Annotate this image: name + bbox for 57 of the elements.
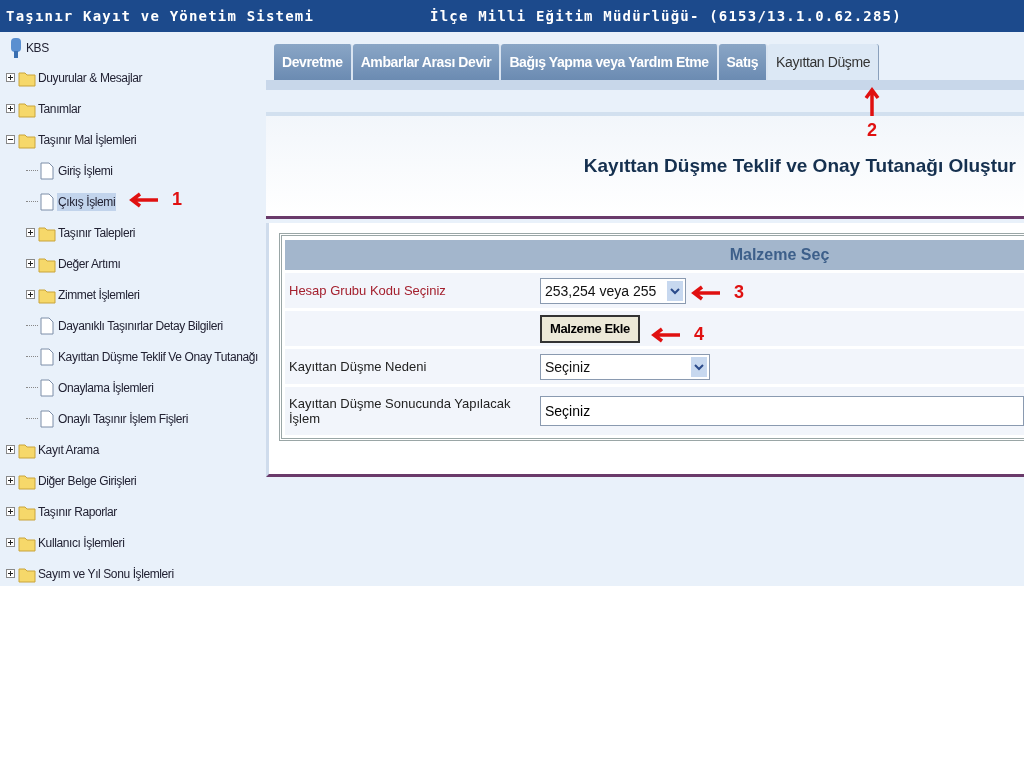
tree-item[interactable]: Sayım ve Yıl Sonu İşlemleri: [37, 564, 175, 583]
window-subtitle: İlçe Milli Eğitim Müdürlüğü- (6153/13.1.0.62.285): [430, 8, 902, 24]
callout-number: 3: [734, 282, 744, 303]
tree-item[interactable]: Taşınır Raporlar: [37, 502, 118, 521]
document-icon: [38, 316, 56, 335]
expand-toggle[interactable]: [6, 104, 15, 113]
tree-item[interactable]: Çıkış İşlemi: [57, 192, 117, 211]
form-header-title: Malzeme Seç: [729, 246, 830, 264]
tree-item[interactable]: Taşınır Talepleri: [57, 223, 137, 242]
document-icon: [38, 161, 56, 180]
field-label: Kayıttan Düşme Sonucunda Yapılacak İşlem: [289, 396, 511, 426]
dropdown[interactable]: Seçiniz: [540, 396, 1024, 426]
tree-item[interactable]: Dayanıklı Taşınırlar Detay Bilgileri: [57, 316, 224, 335]
tree-item[interactable]: Kayıttan Düşme Teklif Ve Onay Tutanağı: [57, 347, 260, 366]
expand-toggle[interactable]: [26, 228, 35, 237]
window-title: Taşınır Kayıt ve Yönetim Sistemi: [5, 8, 316, 24]
tree-root-label: KBS: [25, 40, 50, 57]
field-label: Kayıttan Düşme Nedeni: [289, 359, 427, 374]
tree-item[interactable]: Onaylı Taşınır İşlem Fişleri: [57, 409, 189, 428]
page-title: Kayıttan Düşme Teklif ve Onay Tutanağı Oluştur: [583, 155, 1017, 177]
document-icon: [38, 409, 56, 428]
callout-number: 1: [172, 189, 182, 210]
expand-toggle[interactable]: [26, 259, 35, 268]
arrow-icon: [864, 86, 880, 118]
tree-item[interactable]: Taşınır Mal İşlemleri: [37, 130, 138, 149]
tree-item[interactable]: Zimmet İşlemleri: [57, 285, 141, 304]
tree-item[interactable]: Tanımlar: [37, 99, 82, 118]
field-label: Hesap Grubu Kodu Seçiniz: [289, 283, 446, 298]
arrow-icon: [128, 191, 160, 208]
expand-toggle[interactable]: [6, 135, 15, 144]
tree-item[interactable]: Duyurular & Mesajlar: [37, 68, 144, 87]
expand-toggle[interactable]: [26, 290, 35, 299]
expand-toggle[interactable]: [6, 73, 15, 82]
tab[interactable]: Kayıttan Düşme: [768, 44, 880, 80]
expand-toggle[interactable]: [6, 569, 15, 578]
expand-toggle[interactable]: [6, 445, 15, 454]
document-icon: [38, 347, 56, 366]
caret-icon: [691, 356, 707, 377]
callout-number: 4: [694, 324, 704, 345]
expand-toggle[interactable]: [6, 538, 15, 547]
server-icon: [10, 37, 22, 59]
tree-item[interactable]: Değer Artımı: [57, 254, 122, 273]
dropdown[interactable]: Seçiniz: [540, 353, 710, 380]
tree-item[interactable]: Kullanıcı İşlemleri: [37, 533, 126, 552]
expand-toggle[interactable]: [6, 507, 15, 516]
caret-icon: [667, 280, 683, 301]
arrow-icon: [650, 326, 682, 343]
arrow-icon: [690, 284, 722, 301]
document-icon: [38, 378, 56, 397]
callout-number: 2: [867, 120, 877, 141]
expand-toggle[interactable]: [6, 476, 15, 485]
dropdown[interactable]: 253,254 veya 255: [540, 277, 686, 304]
tree-item[interactable]: Giriş İşlemi: [57, 161, 114, 180]
tree-item[interactable]: Diğer Belge Girişleri: [37, 471, 138, 490]
tree-item[interactable]: Kayıt Arama: [37, 440, 100, 459]
tree-item[interactable]: Onaylama İşlemleri: [57, 378, 155, 397]
add-material-button[interactable]: Malzeme Ekle: [540, 314, 640, 343]
